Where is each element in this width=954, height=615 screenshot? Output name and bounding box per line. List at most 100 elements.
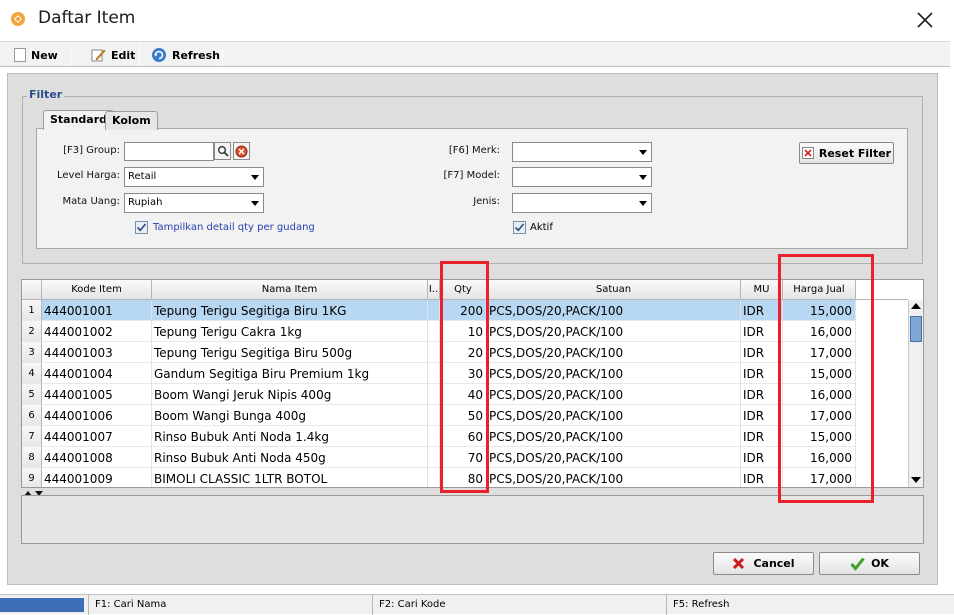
column-header-nama-item[interactable]: Nama Item [152,280,428,300]
model-select[interactable] [512,167,652,187]
cell-satuan: PCS,DOS/20,PACK/100 [487,384,741,405]
cell-nama-item: Rinso Bubuk Anti Noda 1.4kg [152,426,428,447]
row-number[interactable]: 8 [22,447,42,468]
cell-i [428,426,440,447]
cell-mu: IDR [741,447,783,468]
cell-nama-item: Gandum Segitiga Biru Premium 1kg [152,363,428,384]
row-number[interactable]: 3 [22,342,42,363]
cell-satuan: PCS,DOS/20,PACK/100 [487,468,741,487]
close-icon [917,12,933,28]
row-number[interactable]: 2 [22,321,42,342]
edit-button[interactable]: Edit [90,45,135,65]
chevron-down-icon [639,175,647,180]
reset-filter-button[interactable]: Reset Filter [799,142,894,164]
highlight-harga-jual-column [778,254,874,503]
new-document-icon [14,48,26,62]
row-number[interactable]: 4 [22,363,42,384]
cell-kode-item: 444001001 [42,300,152,321]
new-button[interactable]: New [14,45,58,65]
checkmark-icon [136,223,147,232]
group-label: [F3] Group: [63,145,120,156]
chevron-down-icon [639,201,647,206]
group-input[interactable] [124,142,214,161]
cell-satuan: PCS,DOS/20,PACK/100 [487,321,741,342]
aktif-checkbox[interactable] [513,221,526,234]
filter-legend: Filter [27,88,65,101]
level-harga-value: Retail [128,171,157,182]
refresh-button[interactable]: Refresh [151,45,220,65]
window-title: Daftar Item [38,8,136,28]
jenis-select[interactable] [512,193,652,213]
cell-kode-item: 444001006 [42,405,152,426]
status-bar: F1: Cari Nama F2: Cari Kode F5: Refresh [0,594,954,615]
column-header-mu[interactable]: MU [741,280,783,300]
cell-mu: IDR [741,468,783,487]
cell-kode-item: 444001008 [42,447,152,468]
cell-i [428,384,440,405]
toolbar-separator [139,45,140,65]
cell-mu: IDR [741,384,783,405]
refresh-button-label: Refresh [172,48,220,62]
cell-nama-item: Tepung Terigu Segitiga Biru 1KG [152,300,428,321]
group-clear-button[interactable] [233,142,250,160]
reset-icon [801,147,814,159]
status-progress-indicator [0,598,84,612]
title-bar [0,0,954,40]
level-harga-label: Level Harga: [56,170,120,181]
cell-mu: IDR [741,321,783,342]
cell-nama-item: BIMOLI CLASSIC 1LTR BOTOL [152,468,428,487]
grid-vertical-scrollbar[interactable] [908,300,923,487]
cell-i [428,300,440,321]
toolbar-separator [222,45,223,65]
highlight-qty-column [440,261,489,493]
tab-kolom[interactable]: Kolom [105,111,158,130]
new-button-label: New [31,48,58,62]
detail-qty-checkbox[interactable] [135,221,148,234]
level-harga-select[interactable]: Retail [124,167,264,187]
cancel-button[interactable]: Cancel [713,552,814,575]
cell-kode-item: 444001004 [42,363,152,384]
edit-pencil-icon [90,47,106,63]
column-header-i[interactable]: I.. [428,280,440,300]
mata-uang-value: Rupiah [128,197,163,208]
panel-splitter[interactable] [22,487,50,496]
cell-kode-item: 444001003 [42,342,152,363]
toolbar [0,41,950,67]
cell-satuan: PCS,DOS/20,PACK/100 [487,447,741,468]
cell-kode-item: 444001005 [42,384,152,405]
status-f1: F1: Cari Nama [88,595,372,615]
row-number[interactable]: 7 [22,426,42,447]
cell-i [428,363,440,384]
group-search-button[interactable] [214,142,231,160]
cell-mu: IDR [741,342,783,363]
cell-nama-item: Rinso Bubuk Anti Noda 450g [152,447,428,468]
ok-button[interactable]: OK [819,552,920,575]
row-number[interactable]: 1 [22,300,42,321]
mata-uang-select[interactable]: Rupiah [124,193,264,213]
chevron-down-icon [251,201,259,206]
close-button[interactable] [905,4,945,36]
row-number[interactable]: 9 [22,468,42,487]
ok-checkmark-icon [850,557,865,571]
row-number[interactable]: 6 [22,405,42,426]
clear-icon [235,145,248,157]
cell-satuan: PCS,DOS/20,PACK/100 [487,300,741,321]
cell-nama-item: Tepung Terigu Cakra 1kg [152,321,428,342]
tab-standard[interactable]: Standard [43,110,115,130]
column-header-satuan[interactable]: Satuan [487,280,741,300]
column-header-kode-item[interactable]: Kode Item [42,280,152,300]
mata-uang-label: Mata Uang: [62,196,121,207]
edit-button-label: Edit [111,48,136,62]
merk-label: [F6] Merk: [448,145,500,156]
merk-select[interactable] [512,142,652,162]
refresh-icon [151,47,167,63]
cell-nama-item: Boom Wangi Jeruk Nipis 400g [152,384,428,405]
cell-i [428,447,440,468]
scroll-thumb[interactable] [910,316,922,342]
status-f5: F5: Refresh [666,595,954,615]
cell-i [428,321,440,342]
row-number[interactable]: 5 [22,384,42,405]
scroll-down-arrow-icon[interactable] [911,477,921,483]
cell-i [428,468,440,487]
scroll-up-arrow-icon[interactable] [911,303,921,309]
